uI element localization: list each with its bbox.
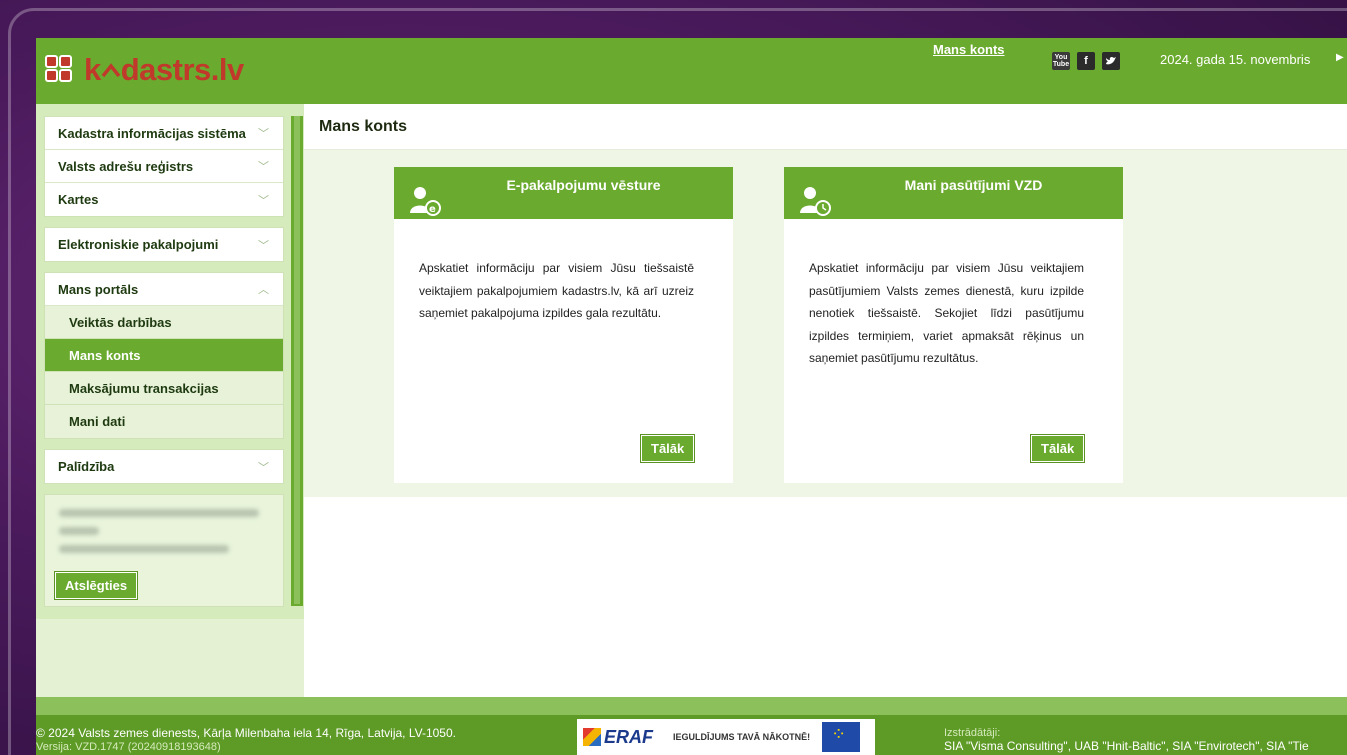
sidebar-item-epakalpojumi[interactable]: Elektroniskie pakalpojumi ﹀ — [45, 228, 283, 261]
next-button[interactable]: Tālāk — [641, 435, 695, 462]
card-header: e E-pakalpojumu vēsture — [394, 167, 733, 219]
sidebar-item-adresu[interactable]: Valsts adrešu reģistrs ﹀ — [45, 150, 283, 183]
sidebar-subitem-veiktas-darbibas[interactable]: Veiktās darbības — [45, 306, 283, 339]
arrow-right-icon[interactable]: ▶ — [1336, 52, 1344, 63]
sidebar-menu-main: Kadastra informācijas sistēma ﹀ Valsts ad… — [44, 116, 284, 217]
twitter-icon[interactable] — [1102, 52, 1120, 70]
eraf-logo-icon — [583, 728, 601, 746]
sidebar-item-palidziba[interactable]: Palīdzība ﹀ — [45, 450, 283, 483]
sidebar-subitem-mani-dati[interactable]: Mani dati — [45, 405, 283, 438]
sidebar-subitem-maksajumu-transakcijas[interactable]: Maksājumu transakcijas — [45, 372, 283, 405]
site-logo[interactable]: k dastrs.lv — [45, 50, 244, 90]
next-button[interactable]: Tālāk — [1031, 435, 1085, 462]
eraf-slogan: IEGULDĪJUMS TAVĀ NĀKOTNĒ! — [673, 732, 811, 742]
card-title: Mani pasūtījumi VZD — [904, 177, 1043, 193]
sidebar-item-mans-portals[interactable]: Mans portāls ︿ — [45, 273, 283, 306]
facebook-icon[interactable]: f — [1077, 52, 1095, 70]
eu-flag-icon — [822, 722, 861, 752]
sidebar-collapse-bar[interactable] — [291, 116, 303, 606]
copyright-text: © 2024 Valsts zemes dienests, Kārļa Mile… — [36, 726, 456, 740]
card-header: Mani pasūtījumi VZD — [784, 167, 1123, 219]
chevron-down-icon: ﹀ — [258, 239, 269, 252]
card-title: E-pakalpojumu vēsture — [506, 177, 661, 193]
svg-text:e: e — [429, 204, 436, 215]
card-description: Apskatiet informāciju par visiem Jūsu ve… — [809, 261, 1084, 365]
chevron-down-icon: ﹀ — [258, 461, 269, 474]
account-link[interactable]: Mans konts — [933, 42, 1005, 57]
logo-mark-icon — [45, 55, 75, 85]
site-header: k dastrs.lv Mans konts You Tube f 2024. ga… — [36, 38, 1347, 104]
chevron-down-icon: ﹀ — [258, 161, 269, 173]
sidebar-item-kadastra[interactable]: Kadastra informācijas sistēma ﹀ — [45, 117, 283, 150]
sidebar-menu-portal: Mans portāls ︿ Veiktās darbības Mans kont… — [44, 272, 284, 439]
footer-copyright: © 2024 Valsts zemes dienests, Kārļa Mile… — [36, 726, 456, 754]
page-title: Mans konts — [304, 104, 1347, 150]
card-mani-pasutijumi: Mani pasūtījumi VZD Apskatiet informācij… — [784, 167, 1123, 483]
youtube-icon[interactable]: You Tube — [1052, 52, 1070, 70]
footer-developers: Izstrādātāji: SIA "Visma Consulting", UA… — [944, 727, 1309, 753]
cards-area: e E-pakalpojumu vēsture Apskatiet inform… — [304, 150, 1347, 497]
eraf-logo-text: ERAF — [604, 726, 653, 747]
redacted-user-email — [59, 545, 229, 553]
logo-text: k dastrs.lv — [84, 52, 244, 87]
chevron-down-icon: ﹀ — [258, 194, 269, 207]
logout-button[interactable]: Atslēgties — [55, 572, 138, 599]
current-date: 2024. gada 15. novembris — [1160, 52, 1311, 67]
house-roof-icon — [101, 63, 121, 78]
redacted-user-line — [59, 527, 99, 535]
user-info-box: Atslēgties — [44, 494, 284, 607]
card-description: Apskatiet informāciju par visiem Jūsu ti… — [419, 261, 694, 320]
sidebar-subitem-mans-konts[interactable]: Mans konts — [45, 339, 283, 372]
version-text: Versija: VZD.1747 (20240918193648) — [36, 741, 221, 753]
sidebar-menu-help: Palīdzība ﹀ — [44, 449, 284, 484]
footer-strip — [36, 697, 1347, 715]
developers-names: SIA "Visma Consulting", UAB "Hnit-Baltic… — [944, 739, 1309, 753]
sidebar-item-kartes[interactable]: Kartes ﹀ — [45, 183, 283, 216]
chevron-down-icon: ﹀ — [258, 128, 269, 140]
card-epakalpojumu-vesture: e E-pakalpojumu vēsture Apskatiet inform… — [394, 167, 733, 483]
redacted-user-name — [59, 509, 259, 517]
sidebar: Kadastra informācijas sistēma ﹀ Valsts ad… — [36, 104, 304, 619]
main-content: Mans konts e E-pakalpojumu vēsture Apska… — [304, 104, 1347, 697]
social-links: You Tube f — [1052, 52, 1120, 70]
site-footer: © 2024 Valsts zemes dienests, Kārļa Mile… — [36, 697, 1347, 755]
browser-page: k dastrs.lv Mans konts You Tube f 2024. ga… — [36, 38, 1347, 755]
eraf-banner[interactable]: ERAF IEGULDĪJUMS TAVĀ NĀKOTNĒ! — [577, 719, 875, 755]
chevron-up-icon: ︿ — [258, 284, 269, 296]
sidebar-menu-eservices: Elektroniskie pakalpojumi ﹀ — [44, 227, 284, 262]
